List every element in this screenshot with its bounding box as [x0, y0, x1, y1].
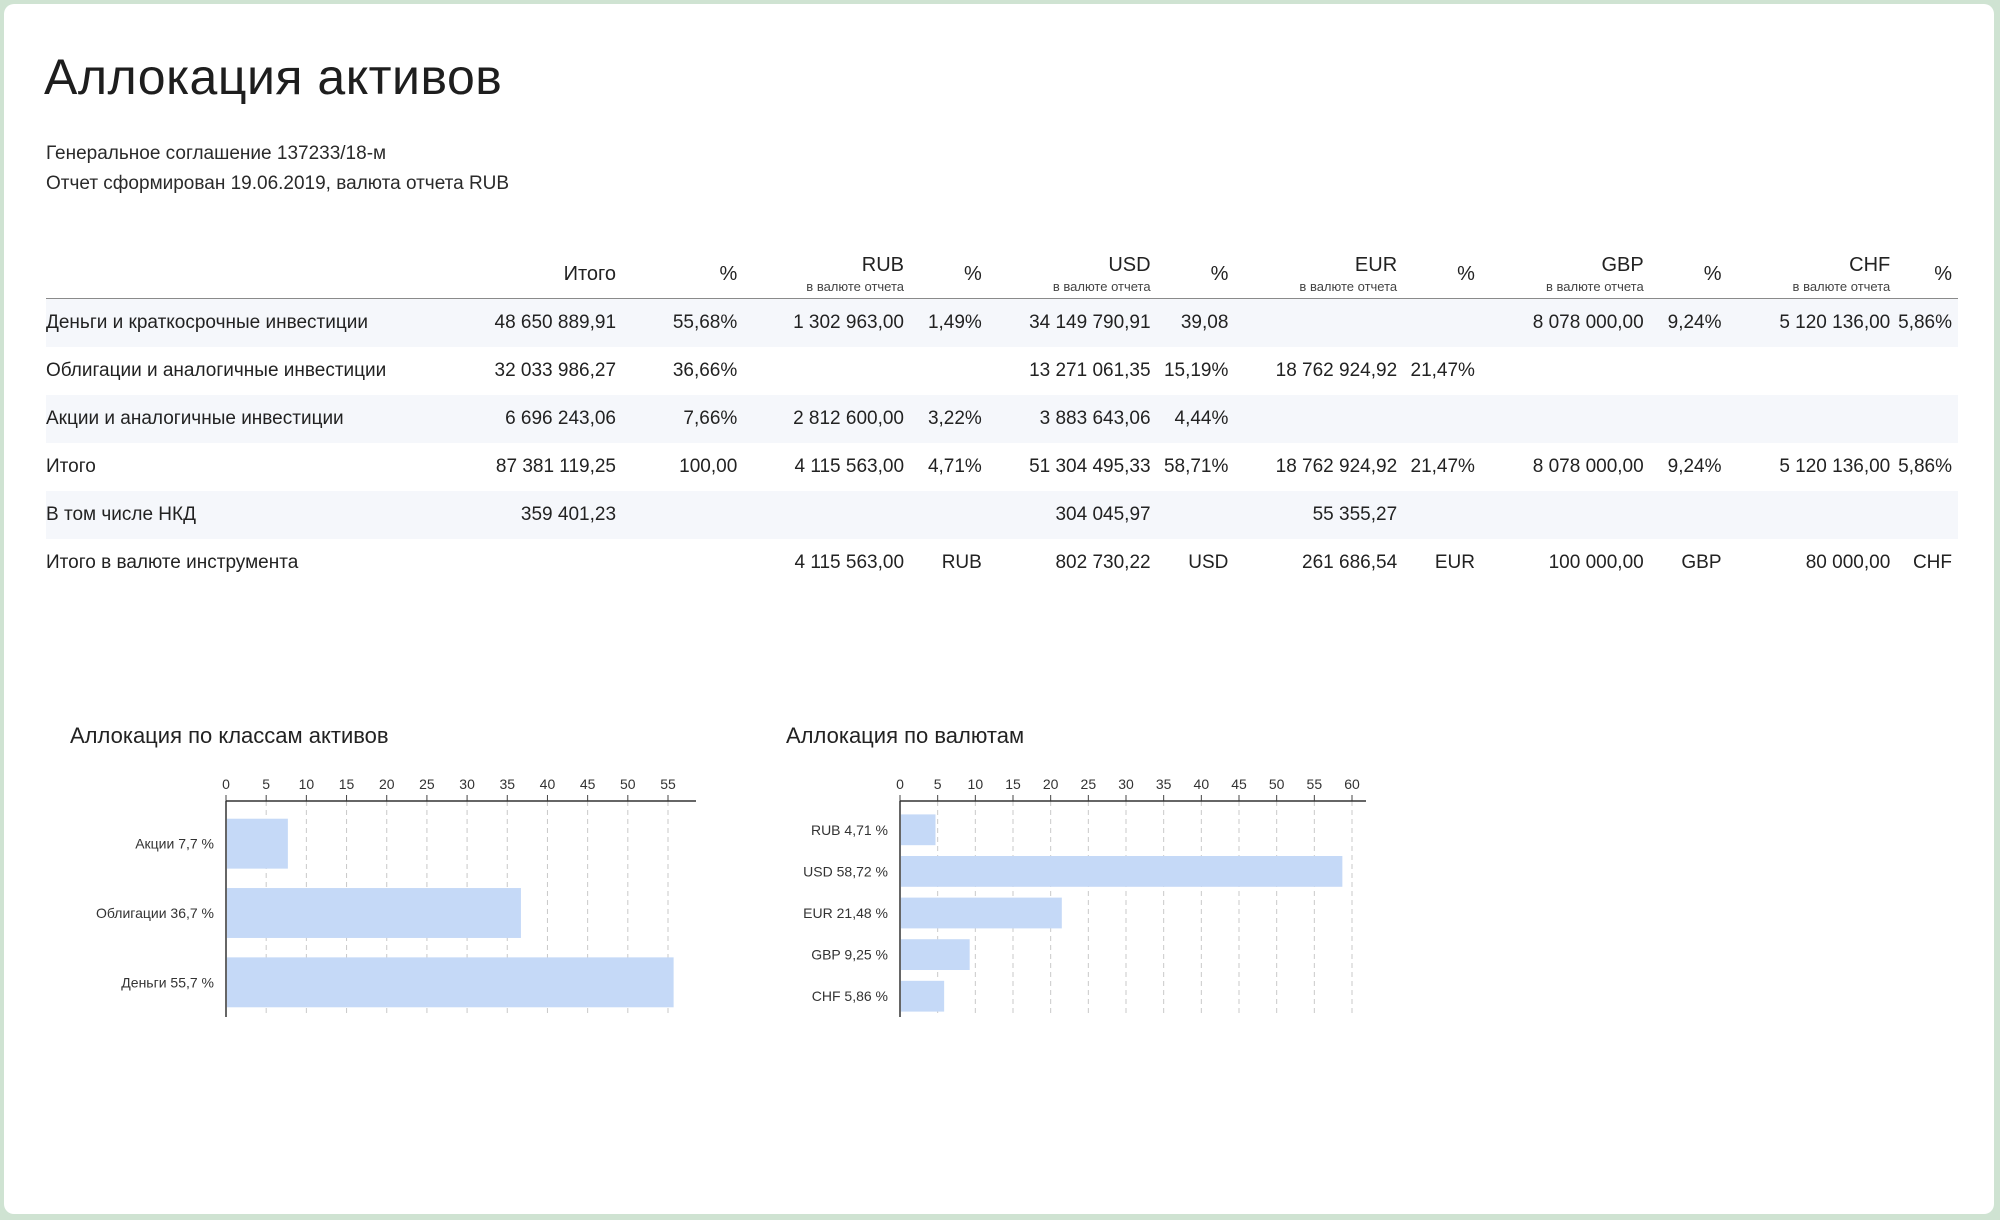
asset-class-chart: 0 5 10 15 20 25 30 35 40 45 50 55 Акции 7,7 % Облигац…: [96, 776, 696, 1017]
x-tick-label: 35: [499, 776, 515, 792]
bar: [227, 957, 674, 1008]
category-label: Облигации 36,7 %: [96, 905, 214, 921]
bar: [227, 888, 521, 938]
x-tick-label: 15: [339, 776, 355, 792]
x-tick-label: 45: [580, 776, 596, 792]
report-page: Аллокация активов Генеральное соглашение…: [4, 4, 1994, 1214]
x-tick-label: 20: [379, 776, 395, 792]
category-label: Деньги 55,7 %: [121, 974, 214, 990]
x-tick-label: 0: [222, 776, 230, 792]
x-tick-label: 55: [660, 776, 676, 792]
category-label: Акции 7,7 %: [135, 836, 214, 852]
currency-chart-title: Аллокация по валютам: [786, 723, 1025, 748]
bar: [227, 818, 288, 869]
x-tick-label: 40: [540, 776, 556, 792]
x-tick-label: 50: [620, 776, 636, 792]
x-tick-label: 25: [419, 776, 435, 792]
x-tick-label: 5: [262, 776, 270, 792]
x-tick-label: 10: [299, 776, 315, 792]
x-tick-label: 30: [459, 776, 475, 792]
